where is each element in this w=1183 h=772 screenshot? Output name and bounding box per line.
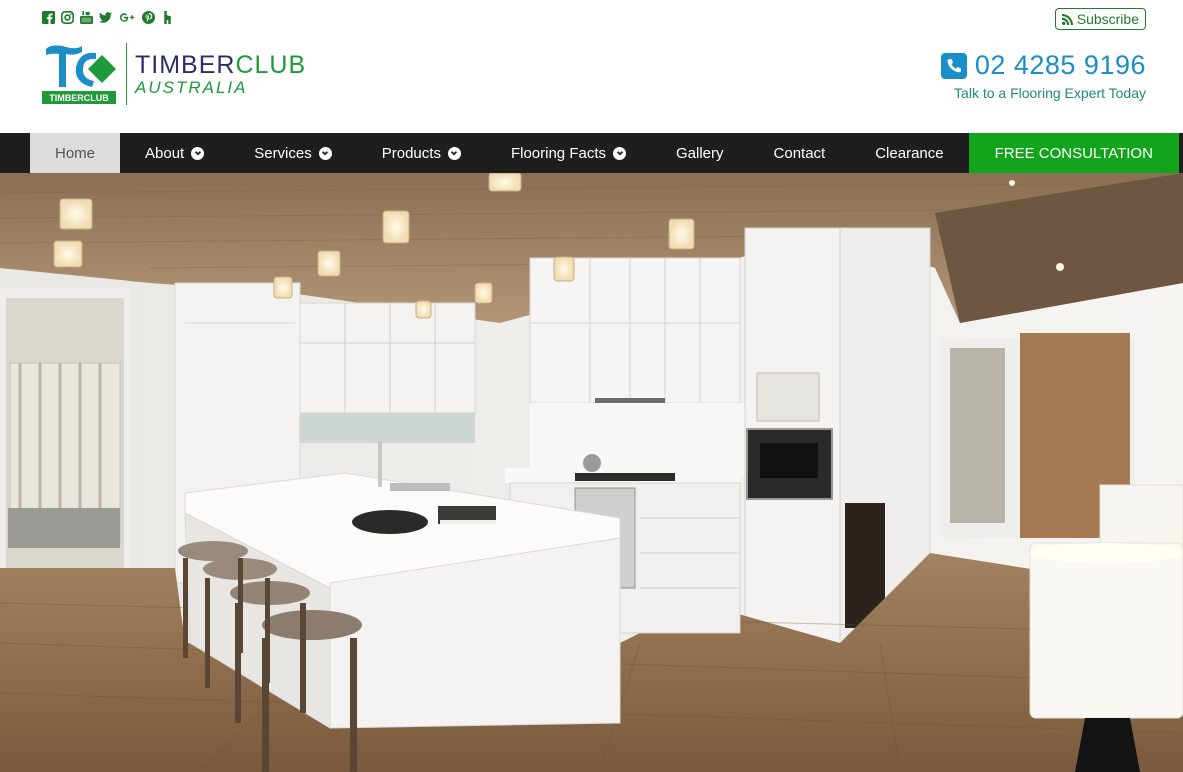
nav-item-label: Clearance — [875, 144, 944, 162]
facebook-icon[interactable] — [42, 11, 55, 24]
logo-badge-text: TIMBERCLUB — [49, 93, 109, 103]
site-header: Subscribe TIMBERCLUB TIMBERCLUB AUSTRALI… — [0, 0, 1183, 133]
pinterest-icon[interactable] — [142, 11, 155, 24]
chevron-down-icon — [191, 146, 205, 160]
nav-item-label: About — [145, 144, 185, 162]
logo-wordmark: TIMBERCLUB AUSTRALIA — [135, 50, 307, 97]
nav-item-label: Flooring Facts — [510, 144, 606, 162]
logo-emblem-icon: TIMBERCLUB — [42, 43, 118, 105]
nav-item-services[interactable]: Services — [229, 133, 357, 173]
subscribe-button[interactable]: Subscribe — [1054, 8, 1146, 30]
nav-item-label: Services — [254, 144, 312, 162]
logo-title-part2: CLUB — [235, 50, 307, 79]
phone-icon — [940, 52, 967, 79]
nav-item-home[interactable]: Home — [30, 133, 121, 173]
instagram-icon[interactable] — [61, 11, 74, 24]
phone-tagline: Talk to a Flooring Expert Today — [954, 85, 1146, 101]
youtube-icon[interactable] — [80, 11, 93, 24]
logo-subtitle: AUSTRALIA — [135, 77, 248, 97]
nav-item-label: Products — [381, 144, 441, 162]
rss-icon — [1061, 13, 1073, 25]
free-consultation-button[interactable]: FREE CONSULTATION — [968, 133, 1179, 173]
social-links — [42, 11, 174, 24]
nav-item-products[interactable]: Products — [357, 133, 486, 173]
main-nav: Home About Services Products Flooring Fa… — [0, 133, 1183, 173]
chevron-down-icon — [318, 146, 332, 160]
nav-item-gallery[interactable]: Gallery — [651, 133, 749, 173]
chevron-down-icon — [613, 146, 626, 160]
subscribe-label: Subscribe — [1076, 11, 1139, 27]
cta-label: FREE CONSULTATION — [994, 144, 1153, 162]
nav-item-contact[interactable]: Contact — [749, 133, 851, 173]
twitter-icon[interactable] — [99, 11, 112, 24]
phone-number-link[interactable]: 02 4285 9196 — [975, 50, 1146, 81]
contact-block: 02 4285 9196 Talk to a Flooring Expert T… — [940, 50, 1146, 101]
nav-item-label: Home — [55, 144, 96, 162]
nav-item-label: Gallery — [676, 144, 724, 162]
nav-item-about[interactable]: About — [120, 133, 229, 173]
nav-item-clearance[interactable]: Clearance — [850, 133, 968, 173]
nav-item-label: Contact — [773, 144, 826, 162]
hero-image — [0, 173, 1183, 772]
nav-item-flooring-facts[interactable]: Flooring Facts — [486, 133, 651, 173]
google-plus-icon[interactable] — [118, 11, 136, 24]
logo-title-part1: TIMBER — [135, 50, 236, 79]
kitchen-photo — [0, 173, 1183, 772]
houzz-icon[interactable] — [161, 11, 174, 24]
chevron-down-icon — [447, 146, 461, 160]
logo-divider — [126, 43, 127, 105]
site-logo[interactable]: TIMBERCLUB TIMBERCLUB AUSTRALIA — [42, 43, 306, 105]
